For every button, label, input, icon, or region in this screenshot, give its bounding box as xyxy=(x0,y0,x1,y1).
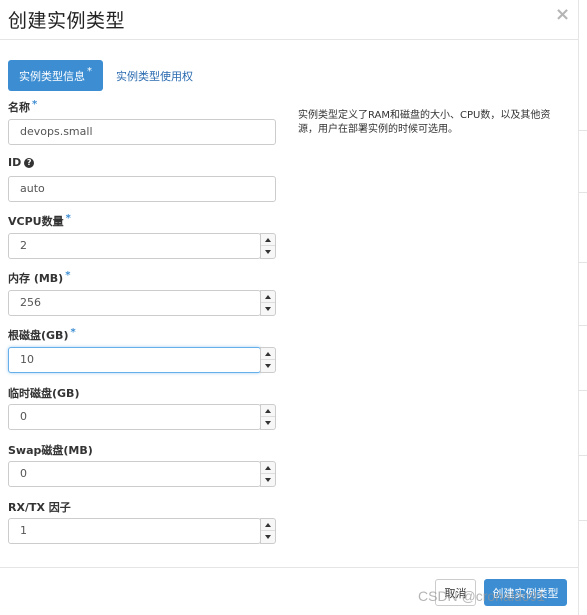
increment-button[interactable] xyxy=(261,405,275,417)
caret-down-icon xyxy=(265,364,271,368)
vcpus-label: VCPU数量 * xyxy=(8,213,71,229)
divider xyxy=(579,390,587,391)
swap-stepper[interactable] xyxy=(260,461,276,487)
decrement-button[interactable] xyxy=(261,246,275,258)
decrement-button[interactable] xyxy=(261,531,275,543)
root-disk-label-text: 根磁盘(GB) xyxy=(8,329,69,342)
caret-up-icon xyxy=(265,408,271,413)
help-icon[interactable]: ? xyxy=(24,158,35,168)
divider xyxy=(579,455,587,456)
caret-up-icon xyxy=(265,465,271,470)
divider xyxy=(579,192,587,193)
increment-button[interactable] xyxy=(261,234,275,246)
swap-label: Swap磁盘(MB) xyxy=(8,444,93,457)
vcpus-input[interactable]: 2 xyxy=(8,233,261,259)
create-flavor-modal: 创建实例类型 × 实例类型信息 * 实例类型使用权 名称 * devops.sma… xyxy=(0,0,578,615)
root-disk-label: 根磁盘(GB) * xyxy=(8,327,76,343)
increment-button[interactable] xyxy=(261,291,275,303)
flavor-description: 实例类型定义了RAM和磁盘的大小、CPU数，以及其他资源，用户在部署实例的时候可… xyxy=(298,110,551,135)
caret-up-icon xyxy=(265,351,271,356)
ephemeral-disk-stepper[interactable] xyxy=(260,404,276,430)
background-page-edge xyxy=(578,0,587,615)
required-icon: * xyxy=(70,327,76,338)
decrement-button[interactable] xyxy=(261,360,275,372)
caret-down-icon xyxy=(265,421,271,425)
watermark: CSDN @cronaldo91 xyxy=(418,588,546,604)
divider xyxy=(579,130,587,131)
root-disk-input[interactable]: 10 xyxy=(8,347,261,373)
tab-flavor-info[interactable]: 实例类型信息 * xyxy=(8,60,103,91)
vcpus-stepper[interactable] xyxy=(260,233,276,259)
caret-up-icon xyxy=(265,294,271,299)
name-input[interactable]: devops.small xyxy=(8,119,276,145)
rxtx-stepper[interactable] xyxy=(260,518,276,544)
increment-button[interactable] xyxy=(261,519,275,531)
swap-input[interactable]: 0 xyxy=(8,461,261,487)
divider xyxy=(579,262,587,263)
tab-flavor-access[interactable]: 实例类型使用权 xyxy=(116,68,193,84)
required-icon: * xyxy=(65,213,71,224)
name-label-text: 名称 xyxy=(8,101,30,114)
memory-label-text: 内存 (MB) xyxy=(8,272,64,285)
increment-button[interactable] xyxy=(261,462,275,474)
caret-down-icon xyxy=(265,478,271,482)
rxtx-label: RX/TX 因子 xyxy=(8,501,71,514)
decrement-button[interactable] xyxy=(261,303,275,315)
memory-input[interactable]: 256 xyxy=(8,290,261,316)
name-label: 名称 * xyxy=(8,99,37,115)
id-label: ID? xyxy=(8,156,35,169)
modal-header: 创建实例类型 × xyxy=(0,0,578,40)
rxtx-input[interactable]: 1 xyxy=(8,518,261,544)
required-icon: * xyxy=(87,66,92,77)
ephemeral-disk-input[interactable]: 0 xyxy=(8,404,261,430)
caret-up-icon xyxy=(265,237,271,242)
memory-label: 内存 (MB) * xyxy=(8,270,70,286)
tab-flavor-info-label: 实例类型信息 xyxy=(19,69,85,83)
vcpus-label-text: VCPU数量 xyxy=(8,215,64,228)
caret-down-icon xyxy=(265,307,271,311)
ephemeral-disk-label: 临时磁盘(GB) xyxy=(8,387,80,400)
decrement-button[interactable] xyxy=(261,474,275,486)
caret-down-icon xyxy=(265,535,271,539)
modal-title: 创建实例类型 xyxy=(8,10,126,32)
id-label-text: ID xyxy=(8,156,22,169)
required-icon: * xyxy=(32,99,38,110)
id-input[interactable]: auto xyxy=(8,176,276,202)
required-icon: * xyxy=(65,270,71,281)
caret-down-icon xyxy=(265,250,271,254)
close-icon[interactable]: × xyxy=(555,4,570,25)
caret-up-icon xyxy=(265,522,271,527)
divider xyxy=(579,325,587,326)
root-disk-stepper[interactable] xyxy=(260,347,276,373)
divider xyxy=(579,520,587,521)
decrement-button[interactable] xyxy=(261,417,275,429)
memory-stepper[interactable] xyxy=(260,290,276,316)
increment-button[interactable] xyxy=(261,348,275,360)
